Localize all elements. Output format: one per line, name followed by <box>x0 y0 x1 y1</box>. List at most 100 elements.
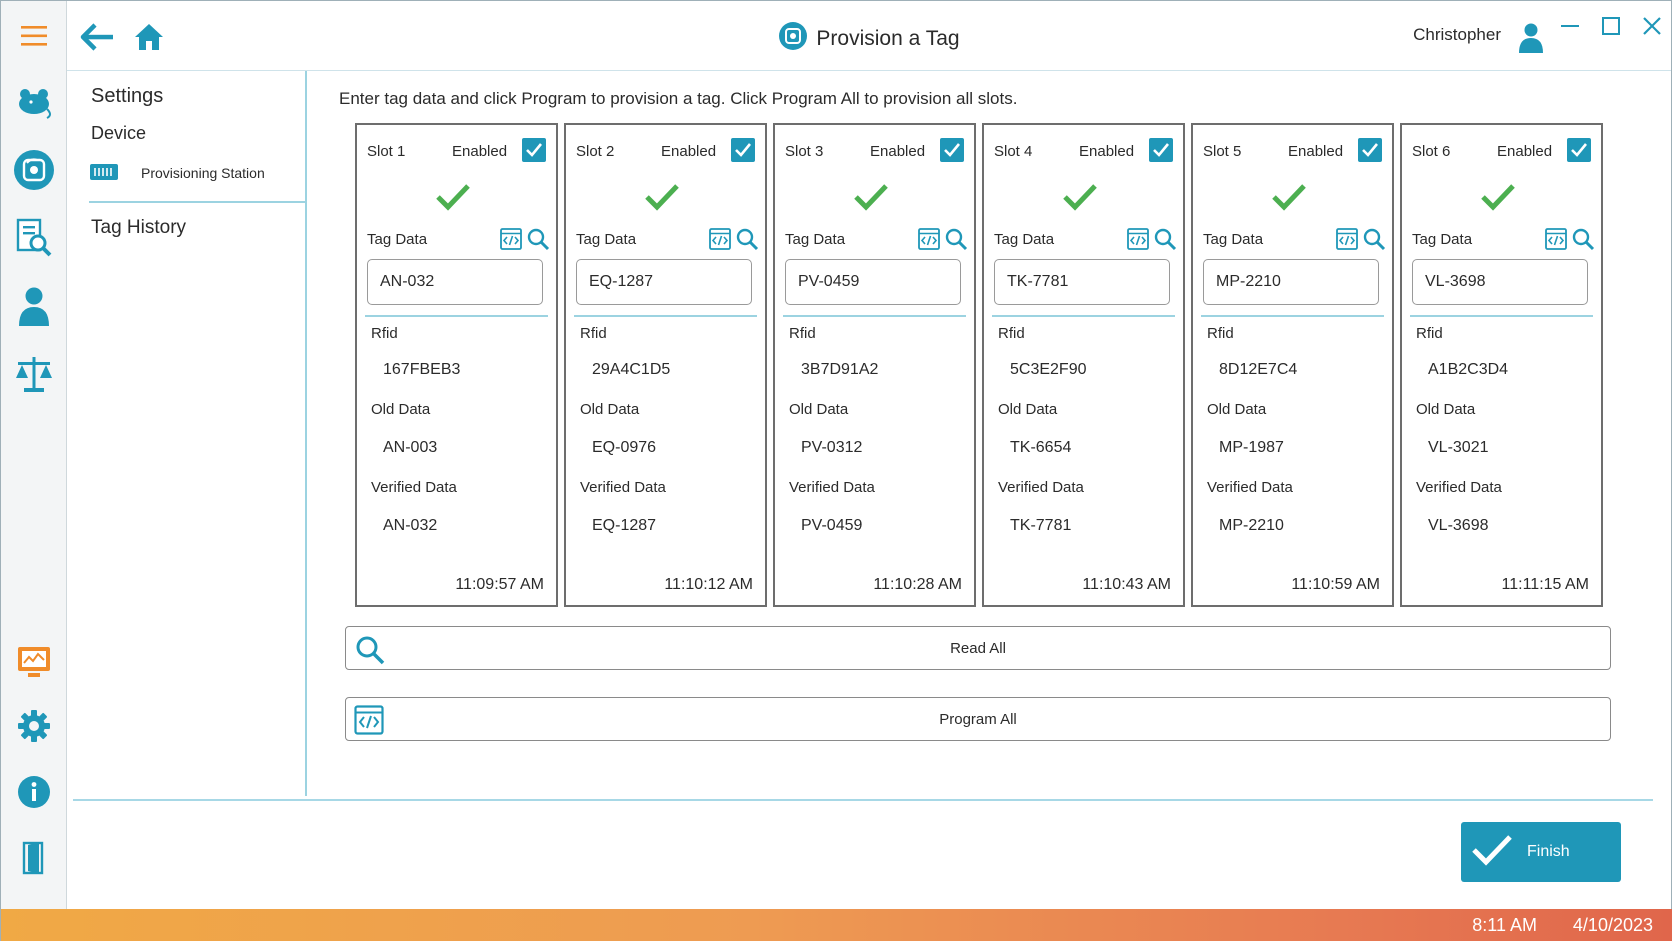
search-icon[interactable] <box>1153 227 1177 256</box>
tag-data-label: Tag Data <box>785 231 846 248</box>
verified-data-value: PV-0459 <box>801 517 863 534</box>
slot-divider <box>992 315 1175 317</box>
enabled-label: Enabled <box>1288 143 1344 160</box>
enabled-checkbox[interactable] <box>522 138 546 162</box>
slot-timestamp: 11:10:59 AM <box>1291 576 1380 593</box>
old-data-label: Old Data <box>580 401 640 418</box>
menu-icon[interactable] <box>11 13 57 59</box>
status-bar: 8:11 AM 4/10/2023 <box>1 909 1672 941</box>
slot-card: Slot 3 Enabled Tag Data Rfid 3B7D91A2 Old Dat… <box>773 123 976 607</box>
finish-button[interactable]: Finish <box>1461 822 1621 882</box>
enabled-checkbox[interactable] <box>1358 138 1382 162</box>
rfid-value: 8D12E7C4 <box>1219 361 1298 378</box>
old-data-value: TK-6654 <box>1010 439 1072 456</box>
success-check-icon <box>1480 183 1516 216</box>
old-data-value: PV-0312 <box>801 439 863 456</box>
tag-data-input[interactable] <box>1412 259 1588 305</box>
search-icon[interactable] <box>526 227 550 256</box>
page-title-text: Provision a Tag <box>816 27 960 50</box>
success-check-icon <box>644 183 680 216</box>
success-check-icon <box>1271 183 1307 216</box>
tag-data-input[interactable] <box>576 259 752 305</box>
old-data-label: Old Data <box>998 401 1058 418</box>
minimize-icon[interactable] <box>1555 13 1585 39</box>
read-all-button[interactable]: Read All <box>345 626 1611 670</box>
enabled-checkbox[interactable] <box>940 138 964 162</box>
code-icon[interactable] <box>1127 228 1149 255</box>
tag-icon[interactable] <box>11 147 57 193</box>
old-data-label: Old Data <box>371 401 431 418</box>
enabled-label: Enabled <box>1079 143 1135 160</box>
verified-data-label: Verified Data <box>1416 479 1502 496</box>
search-icon[interactable] <box>1571 227 1595 256</box>
search-icon[interactable] <box>944 227 968 256</box>
program-all-button[interactable]: Program All <box>345 697 1611 741</box>
tag-data-label: Tag Data <box>994 231 1055 248</box>
search-icon[interactable] <box>1362 227 1386 256</box>
station-icon <box>89 160 119 187</box>
verified-data-label: Verified Data <box>580 479 666 496</box>
search-icon[interactable] <box>735 227 759 256</box>
slot-timestamp: 11:10:28 AM <box>873 576 962 593</box>
code-icon[interactable] <box>500 228 522 255</box>
instructions-text: Enter tag data and click Program to prov… <box>339 89 1018 108</box>
code-icon[interactable] <box>918 228 940 255</box>
slot-timestamp: 11:10:12 AM <box>664 576 753 593</box>
tag-data-label: Tag Data <box>576 231 637 248</box>
slot-name: Slot 2 <box>576 143 615 160</box>
code-icon[interactable] <box>709 228 731 255</box>
user-avatar-icon[interactable] <box>1519 23 1543 58</box>
report-search-icon[interactable] <box>11 215 57 261</box>
exit-door-icon[interactable] <box>11 835 57 881</box>
slot-timestamp: 11:09:57 AM <box>455 576 544 593</box>
gear-icon[interactable] <box>11 703 57 749</box>
success-check-icon <box>435 183 471 216</box>
code-icon[interactable] <box>1336 228 1358 255</box>
scale-icon[interactable] <box>11 351 57 397</box>
read-all-label: Read All <box>950 640 1006 657</box>
old-data-value: VL-3021 <box>1428 439 1489 456</box>
monitor-icon[interactable] <box>11 639 57 685</box>
tag-icon <box>778 21 808 57</box>
info-icon[interactable] <box>11 769 57 815</box>
enabled-checkbox[interactable] <box>1149 138 1173 162</box>
status-time: 8:11 AM <box>1472 915 1537 935</box>
settings-panel: Settings Device Provisioning Station Tag… <box>67 71 307 796</box>
rfid-label: Rfid <box>789 325 816 342</box>
enabled-checkbox[interactable] <box>731 138 755 162</box>
verified-data-value: AN-032 <box>383 517 438 534</box>
verified-data-label: Verified Data <box>1207 479 1293 496</box>
slots-container: Slot 1 Enabled Tag Data Rfid 167FBEB3 Old Dat… <box>355 123 1603 607</box>
success-check-icon <box>853 183 889 216</box>
old-data-value: AN-003 <box>383 439 438 456</box>
tag-data-input[interactable] <box>785 259 961 305</box>
tag-data-input[interactable] <box>1203 259 1379 305</box>
user-icon[interactable] <box>11 283 57 329</box>
maximize-icon[interactable] <box>1596 13 1626 39</box>
slot-name: Slot 1 <box>367 143 406 160</box>
user-name: Christopher <box>1413 25 1501 44</box>
tag-history-link[interactable]: Tag History <box>91 217 186 239</box>
slot-card: Slot 6 Enabled Tag Data Rfid A1B2C3D4 Old Dat… <box>1400 123 1603 607</box>
main-divider <box>73 799 1653 801</box>
slot-card: Slot 4 Enabled Tag Data Rfid 5C3E2F90 Old Dat… <box>982 123 1185 607</box>
slot-name: Slot 4 <box>994 143 1033 160</box>
verified-data-value: TK-7781 <box>1010 517 1072 534</box>
slot-divider <box>1201 315 1384 317</box>
tag-data-input[interactable] <box>367 259 543 305</box>
verified-data-value: EQ-1287 <box>592 517 657 534</box>
station-label: Provisioning Station <box>141 165 265 181</box>
slot-name: Slot 6 <box>1412 143 1451 160</box>
enabled-checkbox[interactable] <box>1567 138 1591 162</box>
slot-name: Slot 5 <box>1203 143 1242 160</box>
slot-divider <box>574 315 757 317</box>
code-icon[interactable] <box>1545 228 1567 255</box>
provisioning-station-item[interactable]: Provisioning Station <box>89 159 289 187</box>
program-all-label: Program All <box>939 711 1017 728</box>
enabled-label: Enabled <box>452 143 508 160</box>
close-icon[interactable] <box>1637 13 1667 39</box>
finish-label: Finish <box>1527 843 1570 860</box>
slot-timestamp: 11:11:15 AM <box>1501 576 1589 593</box>
tag-data-input[interactable] <box>994 259 1170 305</box>
mouse-icon[interactable] <box>11 79 57 125</box>
